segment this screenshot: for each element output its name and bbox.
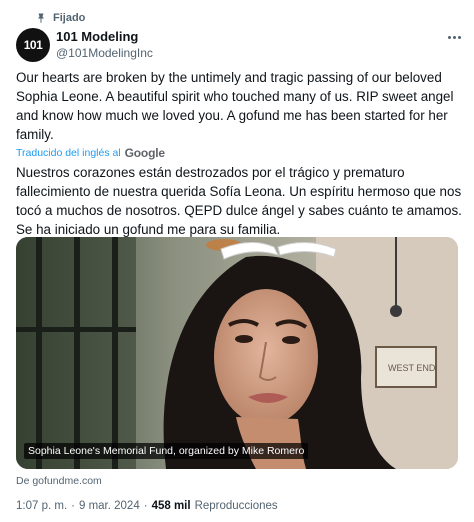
tweet-time[interactable]: 1:07 p. m.: [16, 500, 67, 512]
card-photo: WEST END: [16, 237, 458, 469]
google-logo: Google: [124, 146, 165, 160]
tweet-translated-text: Nuestros corazones están destrozados por…: [16, 165, 462, 237]
sign-text: WEST END: [388, 363, 436, 373]
card-source[interactable]: De gofundme.com: [16, 475, 102, 487]
tweet-date[interactable]: 9 mar. 2024: [79, 500, 140, 512]
author-name[interactable]: 101 Modeling: [56, 29, 138, 44]
avatar[interactable]: 101: [16, 28, 50, 62]
translated-label-text: Traducido del inglés al: [16, 147, 121, 159]
translation-label[interactable]: Traducido del inglés al Google: [16, 146, 165, 160]
author-handle[interactable]: @101ModelingInc: [56, 46, 153, 60]
link-card[interactable]: WEST END Sophia Leone's Memorial Fund, o…: [16, 237, 458, 469]
meta-separator-2: ·: [143, 500, 148, 512]
tweet-meta: 1:07 p. m. · 9 mar. 2024 · 458 mil Repro…: [16, 500, 278, 512]
card-caption: Sophia Leone's Memorial Fund, organized …: [24, 443, 309, 459]
pinned-indicator: Fijado: [35, 10, 85, 26]
pin-icon: [38, 13, 44, 23]
avatar-text: 101: [23, 38, 43, 52]
meta-separator: ·: [71, 500, 75, 512]
views-label: Reproducciones: [194, 500, 278, 512]
pinned-label: Fijado: [53, 12, 86, 24]
tweet[interactable]: Fijado 101 101 Modeling @101ModelingInc …: [0, 0, 474, 522]
more-icon[interactable]: [444, 30, 464, 44]
tweet-text: Our hearts are broken by the untimely an…: [16, 70, 454, 142]
views-count: 458 mil: [151, 500, 191, 512]
